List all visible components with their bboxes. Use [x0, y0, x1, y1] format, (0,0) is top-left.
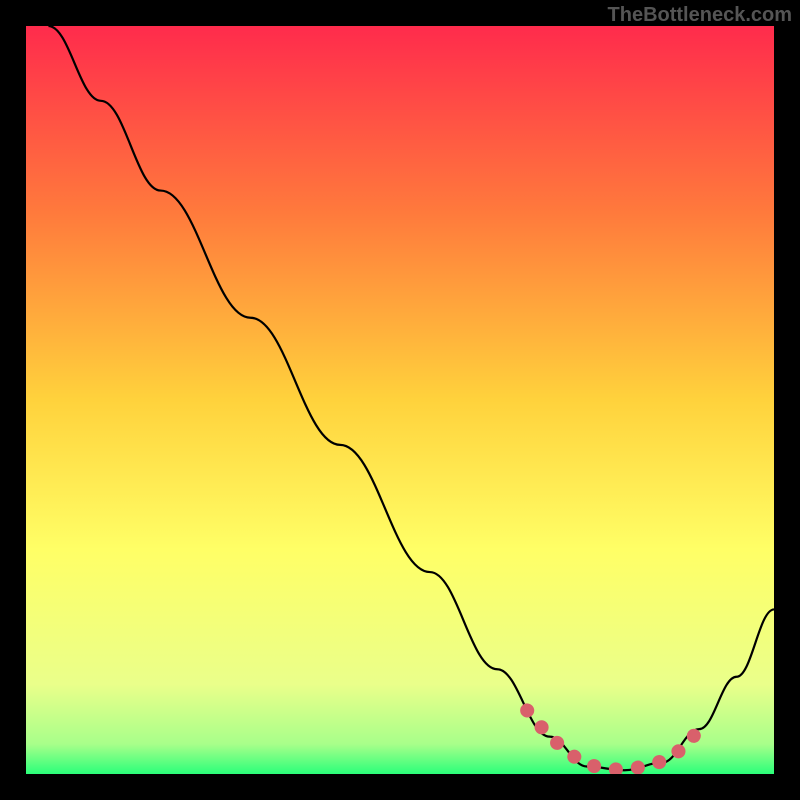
chart-container: TheBottleneck.com [0, 0, 800, 800]
plot-area [26, 26, 774, 774]
chart-svg [26, 26, 774, 774]
gradient-background [26, 26, 774, 774]
watermark-text: TheBottleneck.com [608, 4, 792, 27]
